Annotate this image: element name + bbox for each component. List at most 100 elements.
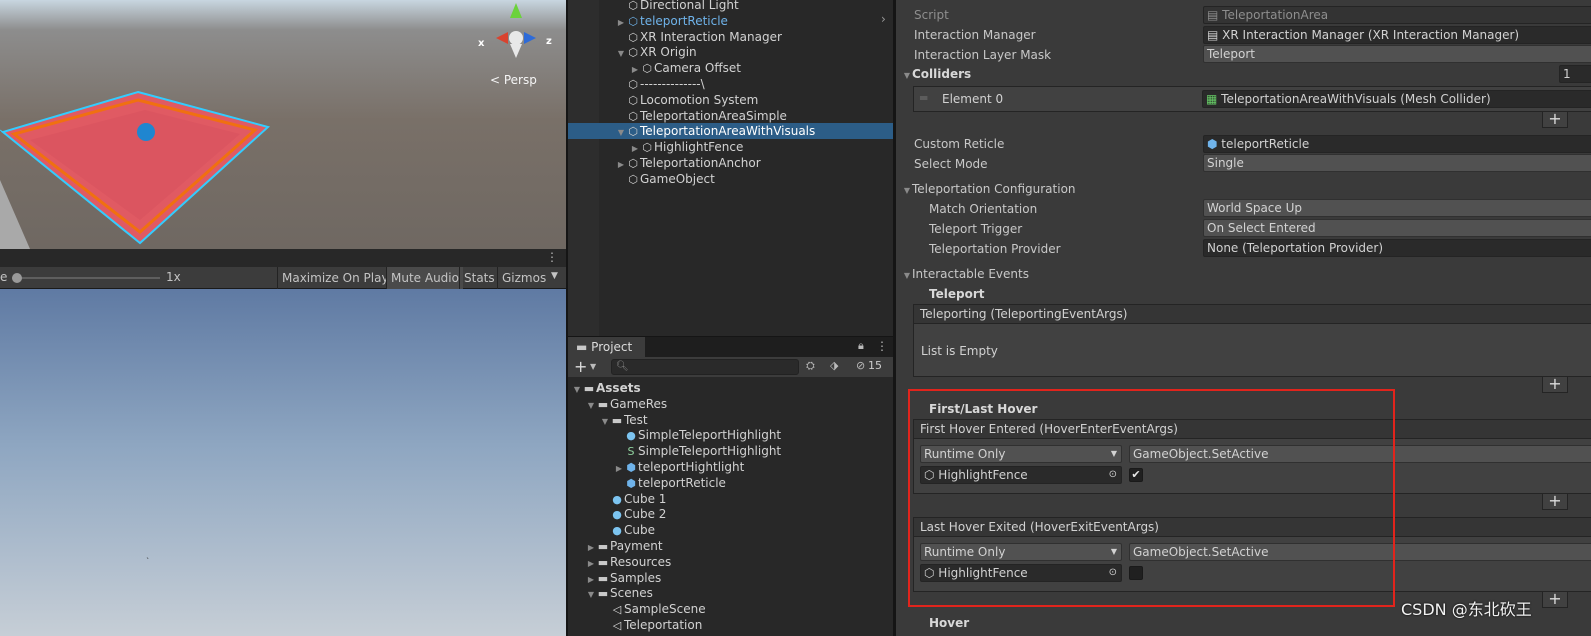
- select-mode-dropdown[interactable]: Single: [1203, 154, 1591, 172]
- project-item[interactable]: ▶ ▬ Samples: [568, 570, 893, 586]
- kebab-menu-icon[interactable]: ⋮: [876, 339, 888, 353]
- lock-icon[interactable]: 🔒︎: [858, 339, 864, 353]
- gameobject-icon: ⬡: [628, 172, 638, 186]
- hierarchy-item[interactable]: ⬡ Locomotion System: [568, 92, 893, 108]
- ground-plane-edge: [0, 180, 30, 249]
- hierarchy-item-label: TeleportationAnchor: [640, 156, 761, 170]
- project-item[interactable]: ▶ ▬ Payment: [568, 538, 893, 554]
- stats-button[interactable]: Stats: [459, 267, 499, 289]
- shader-icon: S: [627, 445, 635, 459]
- teleport-provider-label: Teleportation Provider: [929, 242, 1061, 256]
- project-item[interactable]: ● Cube: [568, 522, 893, 538]
- search-input[interactable]: 🔍︎: [611, 359, 799, 375]
- gizmos-button[interactable]: Gizmos: [497, 267, 550, 289]
- hierarchy-item[interactable]: ⬡ Directional Light: [568, 0, 893, 13]
- game-view[interactable]: `: [0, 289, 566, 636]
- hierarchy-item-label: teleportReticle: [640, 13, 728, 28]
- project-item[interactable]: ● SimpleTeleportHighlight: [568, 427, 893, 443]
- project-item[interactable]: S SimpleTeleportHighlight: [568, 443, 893, 459]
- project-item-label: Samples: [610, 570, 662, 585]
- search-icon: 🔍︎: [616, 361, 629, 372]
- project-item-label: Scenes: [610, 586, 653, 601]
- hidden-eye-icon[interactable]: ⊘: [856, 359, 865, 372]
- tab-project[interactable]: ▬ Project: [568, 337, 645, 357]
- project-item[interactable]: ⬢ teleportReticle: [568, 475, 893, 491]
- script-field: ▤ TeleportationArea: [1203, 6, 1591, 24]
- add-last-hover-listener-button[interactable]: +: [1542, 591, 1568, 608]
- colliders-label: Colliders: [912, 67, 972, 81]
- chevron-right-icon[interactable]: ›: [881, 12, 886, 26]
- project-item[interactable]: ▼ ▬ GameRes: [568, 396, 893, 412]
- project-item[interactable]: ◁ SampleScene: [568, 601, 893, 617]
- gameobject-icon: ⬡: [642, 141, 652, 155]
- interaction-manager-field[interactable]: ▤ XR Interaction Manager (XR Interaction…: [1203, 26, 1591, 44]
- element0-label: Element 0: [942, 92, 1004, 106]
- maximize-on-play-button[interactable]: Maximize On Play: [277, 267, 393, 289]
- gameobject-icon: ⬡: [628, 30, 638, 44]
- project-toolbar: + ▼ 🔍︎ ⛭ ⬗ ⊘ 15: [568, 357, 893, 377]
- teleport-config-foldout[interactable]: ▼ Teleportation Configuration: [902, 180, 1076, 198]
- add-collider-button[interactable]: +: [1542, 111, 1568, 128]
- project-item[interactable]: ▼ ▬ Assets: [568, 380, 893, 396]
- add-teleporting-listener-button[interactable]: +: [1542, 376, 1568, 393]
- mesh-icon: ▦: [1206, 92, 1222, 106]
- project-item[interactable]: ▶ ⬢ teleportHightlight: [568, 459, 893, 475]
- drag-handle-icon[interactable]: ═: [920, 91, 927, 105]
- hierarchy-item-label: Directional Light: [640, 0, 739, 12]
- folder-icon: ▬: [583, 382, 595, 395]
- script-value: TeleportationArea: [1222, 8, 1329, 22]
- project-item[interactable]: ▼ ▬ Test: [568, 412, 893, 428]
- match-orientation-dropdown[interactable]: World Space Up: [1203, 199, 1591, 217]
- hierarchy-item[interactable]: ▼ ⬡ XR Origin: [568, 44, 893, 60]
- hierarchy-item[interactable]: ▼ ⬡ TeleportationAreaWithVisuals: [568, 123, 893, 140]
- persp-label[interactable]: < Persp: [490, 73, 537, 87]
- hierarchy-item-label: Camera Offset: [654, 61, 741, 76]
- folder-icon: ▬: [597, 587, 609, 601]
- teleport-trigger-dropdown[interactable]: On Select Entered: [1203, 219, 1591, 237]
- folder-icon: ▬: [597, 540, 609, 553]
- hierarchy-item[interactable]: ⬡ GameObject: [568, 171, 893, 187]
- orientation-gizmo[interactable]: x z: [478, 0, 558, 70]
- hidden-count: 15: [868, 359, 882, 372]
- project-item[interactable]: ▼ ▬ Scenes: [568, 585, 893, 601]
- hierarchy-item[interactable]: ⬡ XR Interaction Manager: [568, 29, 893, 45]
- project-item-label: SimpleTeleportHighlight: [638, 428, 782, 443]
- gizmos-dropdown-icon[interactable]: ▼: [551, 271, 558, 281]
- layer-mask-label: Interaction Layer Mask: [914, 48, 1052, 62]
- folder-icon: ▬: [597, 555, 609, 569]
- filter-type-icon[interactable]: ⛭: [806, 359, 815, 373]
- hierarchy-item[interactable]: ▶ ⬡ teleportReticle: [568, 13, 893, 29]
- interactable-events-foldout[interactable]: ▼ Interactable Events: [902, 265, 1029, 283]
- hierarchy-item[interactable]: ⬡ TeleportationAreaSimple: [568, 108, 893, 124]
- folder-icon: ▬: [597, 571, 609, 585]
- project-item[interactable]: ◁ Teleportation: [568, 617, 893, 633]
- project-item[interactable]: ● Cube 2: [568, 506, 893, 522]
- hierarchy-item[interactable]: ⬡ --------------\: [568, 76, 893, 92]
- add-first-hover-listener-button[interactable]: +: [1542, 493, 1568, 510]
- colliders-count-field[interactable]: 1: [1559, 65, 1591, 83]
- interaction-manager-value: XR Interaction Manager (XR Interaction M…: [1222, 28, 1520, 42]
- hierarchy-item[interactable]: ▶ ⬡ Camera Offset: [568, 60, 893, 76]
- layer-mask-dropdown[interactable]: Teleport: [1203, 45, 1591, 63]
- prefab-icon: ⬢: [626, 476, 636, 490]
- interactable-events-label: Interactable Events: [912, 267, 1029, 281]
- teleport-provider-field[interactable]: None (Teleportation Provider): [1203, 239, 1591, 257]
- scale-slider-handle[interactable]: [12, 273, 22, 283]
- element0-field[interactable]: ▦ TeleportationAreaWithVisuals (Mesh Col…: [1202, 90, 1591, 108]
- colliders-foldout[interactable]: ▼ Colliders: [902, 65, 971, 83]
- list-empty-text: List is Empty: [921, 344, 998, 358]
- mute-audio-button[interactable]: Mute Audio: [386, 267, 463, 289]
- chevron-down-icon: ▼: [903, 271, 911, 280]
- interaction-manager-label: Interaction Manager: [914, 28, 1036, 42]
- chevron-down-icon[interactable]: ▼: [590, 362, 596, 371]
- scene-view[interactable]: x z < Persp: [0, 0, 566, 249]
- project-item[interactable]: ● Cube 1: [568, 491, 893, 507]
- hierarchy-item[interactable]: ▶ ⬡ TeleportationAnchor: [568, 155, 893, 171]
- project-item[interactable]: ▶ ▬ Resources: [568, 554, 893, 570]
- scale-slider-track[interactable]: [12, 277, 160, 279]
- custom-reticle-field[interactable]: ⬢ teleportReticle: [1203, 135, 1591, 153]
- add-icon[interactable]: +: [574, 357, 587, 377]
- hierarchy-item[interactable]: ▶ ⬡ HighlightFence: [568, 139, 893, 155]
- kebab-menu-icon[interactable]: ⋮: [546, 250, 558, 264]
- label-tag-icon[interactable]: ⬗: [830, 359, 838, 372]
